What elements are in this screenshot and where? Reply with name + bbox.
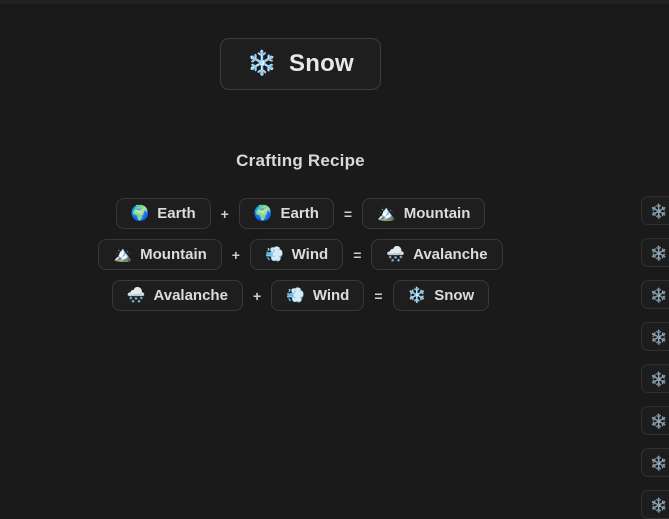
recipe-input-a-chip[interactable]: 🌨️ Avalanche <box>111 280 243 311</box>
recipe-input-a-label: Earth <box>157 205 196 222</box>
rail-item-card[interactable]: ❄️ <box>641 280 669 309</box>
cloud-with-snow-icon: 🌨️ <box>386 246 406 263</box>
rail-item-card[interactable]: ❄️ <box>641 196 669 225</box>
recipe-input-a-chip[interactable]: 🏔️ Mountain <box>98 239 222 270</box>
recipe-row: 🌍 Earth + 🌍 Earth = 🏔️ Mountain <box>0 198 601 229</box>
recipe-output-label: Snow <box>434 287 475 304</box>
snowflake-icon: ❄️ <box>650 328 668 345</box>
plus-operator: + <box>231 246 240 263</box>
cloud-with-snow-icon: 🌨️ <box>126 287 146 304</box>
plus-operator: + <box>252 287 262 304</box>
recipe-row: 🏔️ Mountain + 💨 Wind = 🌨️ Avalanche <box>0 239 601 270</box>
equals-operator: = <box>343 205 353 222</box>
snow-capped-mountain-icon: 🏔️ <box>377 205 396 222</box>
app-root: ❄️ Snow Crafting Recipe 🌍 Earth + 🌍 Eart… <box>0 0 669 519</box>
plus-operator: + <box>220 205 229 222</box>
snowflake-icon: ❄️ <box>650 412 668 429</box>
recipe-input-b-chip[interactable]: 🌍 Earth <box>238 198 334 229</box>
recipe-row: 🌨️ Avalanche + 💨 Wind = ❄️ Snow <box>0 280 601 311</box>
rail-item-card[interactable]: ❄️ <box>641 238 669 267</box>
rail-item-card[interactable]: ❄️ <box>641 364 669 393</box>
right-rail-item-list: ❄️ ❄️ ❄️ ❄️ ❄️ ❄️ ❄️ ❄️ <box>641 196 669 519</box>
rail-item-card[interactable]: ❄️ <box>641 490 669 519</box>
recipe-output-label: Mountain <box>403 205 471 222</box>
equals-operator: = <box>353 246 362 263</box>
recipe-input-b-label: Earth <box>280 205 319 222</box>
recipe-input-b-label: Wind <box>312 287 350 304</box>
snowflake-icon: ❄️ <box>650 454 668 471</box>
dashing-away-icon: 💨 <box>264 246 284 263</box>
snowflake-icon: ❄️ <box>650 370 668 387</box>
recipe-input-a-label: Avalanche <box>153 287 228 304</box>
earth-globe-icon: 🌍 <box>253 205 273 222</box>
snowflake-icon: ❄️ <box>407 287 427 304</box>
rail-item-card[interactable]: ❄️ <box>641 448 669 477</box>
rail-item-card[interactable]: ❄️ <box>641 322 669 351</box>
result-chip-label: Snow <box>289 50 354 77</box>
snowflake-icon: ❄️ <box>650 496 668 513</box>
recipe-output-chip[interactable]: 🌨️ Avalanche <box>371 239 503 270</box>
snowflake-icon: ❄️ <box>650 286 668 303</box>
recipe-output-label: Avalanche <box>413 246 488 263</box>
snow-capped-mountain-icon: 🏔️ <box>113 246 133 263</box>
snowflake-icon: ❄️ <box>650 244 668 261</box>
recipe-input-b-chip[interactable]: 💨 Wind <box>249 239 344 270</box>
snowflake-icon: ❄️ <box>247 50 278 77</box>
earth-globe-icon: 🌍 <box>130 205 150 222</box>
crafting-recipe-heading: Crafting Recipe <box>236 151 365 170</box>
recipe-input-a-label: Mountain <box>140 246 207 263</box>
recipe-list: 🌍 Earth + 🌍 Earth = 🏔️ Mountain 🏔️ Mount… <box>0 198 601 311</box>
rail-item-card[interactable]: ❄️ <box>641 406 669 435</box>
dashing-away-icon: 💨 <box>286 287 305 304</box>
recipe-output-chip[interactable]: 🏔️ Mountain <box>362 198 486 229</box>
recipe-input-b-chip[interactable]: 💨 Wind <box>271 280 365 311</box>
result-chip-container: ❄️ Snow <box>0 38 601 90</box>
recipe-output-chip[interactable]: ❄️ Snow <box>392 280 490 311</box>
snowflake-icon: ❄️ <box>650 202 668 219</box>
result-chip-snow[interactable]: ❄️ Snow <box>220 38 381 90</box>
top-strip <box>0 0 669 4</box>
recipe-input-b-label: Wind <box>291 246 329 263</box>
recipe-input-a-chip[interactable]: 🌍 Earth <box>115 198 211 229</box>
equals-operator: = <box>374 287 383 304</box>
